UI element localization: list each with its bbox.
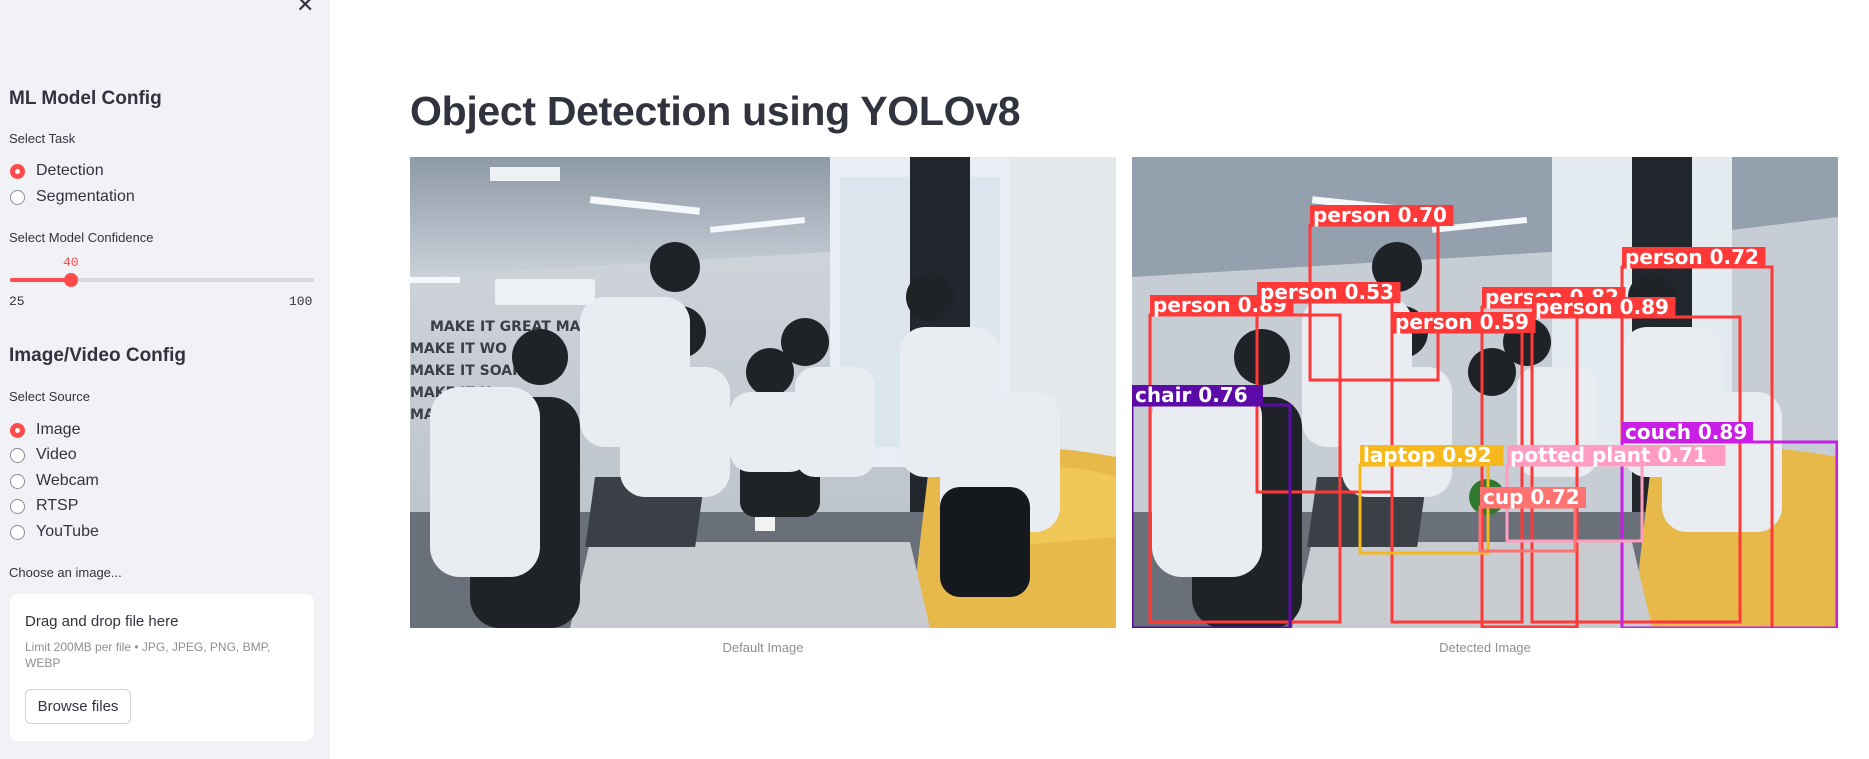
sidebar: ✕ ML Model Config Select Task Detection … bbox=[0, 0, 330, 759]
detection-label: potted plant 0.71 bbox=[1510, 443, 1707, 467]
dropzone-limit-note: Limit 200MB per file • JPG, JPEG, PNG, B… bbox=[25, 640, 271, 670]
radio-selected-icon[interactable] bbox=[10, 422, 25, 438]
radio-label: Video bbox=[36, 446, 77, 463]
slider-min: 25 bbox=[9, 294, 25, 309]
detection-label: chair 0.76 bbox=[1135, 383, 1248, 407]
radio-label: Image bbox=[36, 421, 81, 438]
wall-text-line: MAKE IT SOAR bbox=[410, 363, 523, 379]
choose-image-label: Choose an image... bbox=[9, 565, 122, 580]
detection-label: person 0.72 bbox=[1625, 245, 1759, 269]
detected-photo: person 0.70person 0.72person 0.89person … bbox=[1132, 157, 1838, 628]
io-config-heading: Image/Video Config bbox=[9, 345, 187, 366]
dropzone-title: Drag and drop file here bbox=[25, 613, 179, 630]
radio-unselected-icon[interactable] bbox=[10, 189, 25, 205]
radio-source-youtube[interactable]: YouTube bbox=[10, 521, 99, 543]
close-sidebar-icon[interactable]: ✕ bbox=[296, 0, 314, 18]
radio-task-segmentation[interactable]: Segmentation bbox=[10, 186, 135, 208]
file-uploader-dropzone[interactable]: Drag and drop file here Limit 200MB per … bbox=[10, 594, 314, 741]
detected-image: person 0.70 person 0.72 person 0.89 person … bbox=[1132, 157, 1838, 628]
radio-label: Webcam bbox=[36, 472, 99, 489]
radio-unselected-icon[interactable] bbox=[10, 498, 25, 514]
radio-label: RTSP bbox=[36, 497, 79, 514]
browse-files-button[interactable]: Browse files bbox=[25, 689, 131, 724]
slider-fill bbox=[10, 278, 71, 282]
model-config-heading: ML Model Config bbox=[9, 88, 162, 109]
detection-label: person 0.53 bbox=[1260, 280, 1394, 304]
confidence-slider[interactable] bbox=[10, 273, 314, 287]
detection-label: person 0.89 bbox=[1535, 295, 1669, 319]
slider-value: 40 bbox=[62, 255, 79, 270]
radio-selected-icon[interactable] bbox=[10, 163, 25, 179]
radio-source-video[interactable]: Video bbox=[10, 444, 77, 466]
page-title: Object Detection using YOLOv8 bbox=[410, 88, 1021, 134]
radio-label: Segmentation bbox=[36, 188, 135, 205]
select-source-label: Select Source bbox=[9, 389, 90, 404]
default-image: MAKE IT GREAT MAKE MAKE IT WO MAKE IT SO… bbox=[410, 157, 1116, 628]
detection-label: person 0.70 bbox=[1313, 203, 1447, 227]
detection-label: cup 0.72 bbox=[1483, 485, 1580, 509]
detection-label: person 0.59 bbox=[1395, 310, 1529, 334]
radio-label: Detection bbox=[36, 162, 104, 179]
slider-thumb[interactable] bbox=[63, 273, 78, 287]
default-image-caption: Default Image bbox=[722, 640, 804, 655]
detection-label: laptop 0.92 bbox=[1363, 443, 1492, 467]
radio-source-webcam[interactable]: Webcam bbox=[10, 470, 99, 492]
radio-unselected-icon[interactable] bbox=[10, 447, 25, 463]
select-task-label: Select Task bbox=[9, 131, 76, 146]
office-photo: MAKE IT GREAT MAKE MAKE IT WO MAKE IT SO… bbox=[410, 157, 1116, 628]
wall-text-line: MAKE IT WO bbox=[410, 341, 507, 357]
slider-max: 100 bbox=[289, 294, 313, 309]
radio-source-image[interactable]: Image bbox=[10, 419, 80, 441]
detection-label: couch 0.89 bbox=[1625, 420, 1747, 444]
wall-text-line: MAKE IT GREAT MAKE bbox=[430, 319, 601, 335]
radio-unselected-icon[interactable] bbox=[10, 524, 25, 540]
detected-image-caption: Detected Image bbox=[1439, 640, 1531, 655]
confidence-label: Select Model Confidence bbox=[9, 230, 154, 245]
radio-label: YouTube bbox=[36, 523, 99, 540]
radio-task-detection[interactable]: Detection bbox=[10, 160, 104, 182]
radio-source-rtsp[interactable]: RTSP bbox=[10, 495, 78, 517]
radio-unselected-icon[interactable] bbox=[10, 473, 25, 489]
